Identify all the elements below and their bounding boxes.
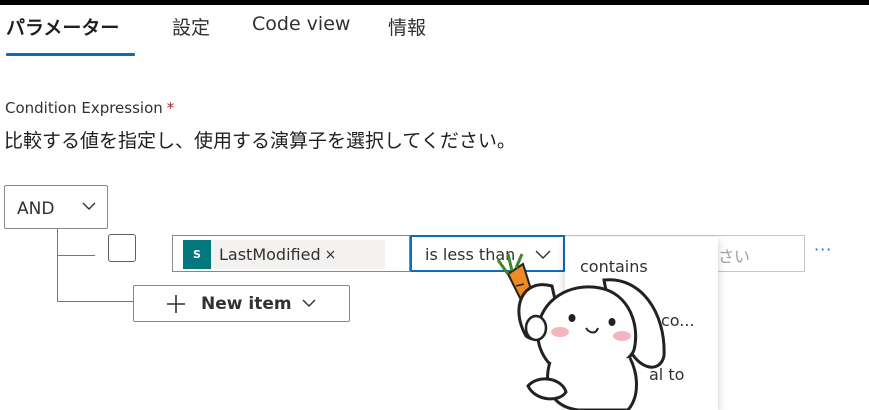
group-operator-value: AND <box>17 199 55 219</box>
tab-about[interactable]: 情報 <box>388 13 426 40</box>
new-item-label: New item <box>201 294 292 314</box>
tab-settings[interactable]: 設定 <box>172 13 210 40</box>
tab-parameters[interactable]: パラメーター <box>6 13 119 40</box>
top-border <box>0 0 869 5</box>
token-icon-letter: S <box>193 248 201 261</box>
condition-description: 比較する値を指定し、使用する演算子を選択してください。 <box>4 130 516 152</box>
sharepoint-icon: S <box>183 240 211 269</box>
tab-code-view[interactable]: Code view <box>252 13 350 35</box>
group-operator-dropdown[interactable]: AND <box>4 185 108 229</box>
right-value-placeholder: さい <box>718 247 751 266</box>
tree-line-new-item <box>57 301 133 302</box>
chevron-down-icon <box>82 202 96 210</box>
bunny-sticker <box>496 253 666 410</box>
left-value-field[interactable]: S LastModified × <box>172 235 410 272</box>
condition-label-text: Condition Expression <box>5 99 163 117</box>
dynamic-content-token[interactable]: S LastModified × <box>183 240 385 269</box>
condition-expression-label: Condition Expression * <box>5 99 174 117</box>
active-tab-indicator <box>6 53 135 56</box>
tree-line-vertical <box>57 229 58 301</box>
token-label: LastModified <box>219 245 321 264</box>
chevron-down-icon <box>302 299 316 307</box>
plus-icon <box>167 295 185 313</box>
more-options-button[interactable]: ··· <box>814 240 832 259</box>
new-item-button[interactable]: New item <box>133 285 350 322</box>
token-remove-button[interactable]: × <box>325 247 337 263</box>
tree-line-row <box>57 255 95 256</box>
required-marker: * <box>166 99 175 117</box>
row-checkbox[interactable] <box>108 234 136 262</box>
